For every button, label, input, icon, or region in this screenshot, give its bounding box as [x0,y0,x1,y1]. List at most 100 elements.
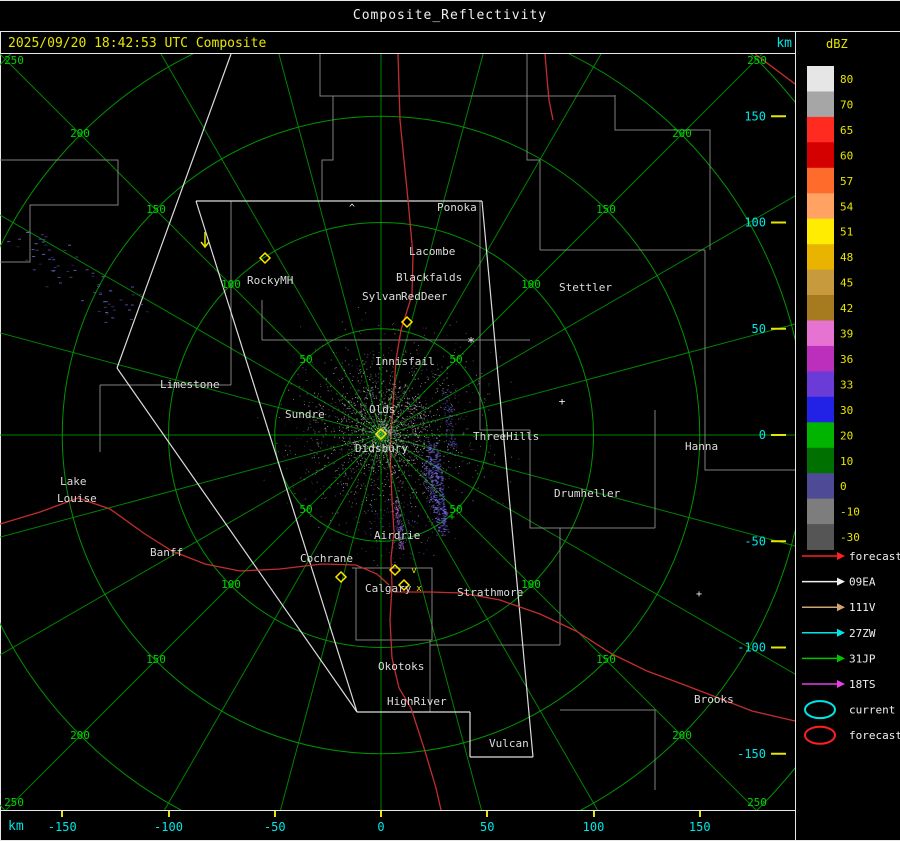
x-axis-label: -100 [154,820,183,834]
map-point-marker: v [411,566,416,576]
range-ring-label: 150 [596,653,616,666]
colorbar-level [807,142,834,169]
colorbar-level-label: 60 [840,149,853,162]
x-axis-unit-label: km [8,819,24,834]
colorbar-level-label: 30 [840,404,853,417]
colorbar-level [807,269,834,296]
legend-track-label: 111V [849,601,876,614]
timestamp-label: 2025/09/20 18:42:53 UTC Composite [8,36,267,51]
colorbar-level-label: 54 [840,200,854,213]
axis-tick [273,811,276,817]
colorbar-level [807,218,834,245]
legend-track-row: 111V [802,601,876,614]
x-axis-label: -50 [263,820,286,834]
x-axis-label: 50 [480,820,495,834]
map-point-marker: + [559,395,566,408]
colorbar-level-label: 10 [840,455,853,468]
city-label: Airdrie [374,529,420,542]
legend-track-row: current [804,700,895,720]
city-labels: Ponoka Lacombe Blackfalds Sylvan RedDeer Rock… [57,201,734,750]
range-ring-label: 50 [299,353,312,366]
city-label: ThreeHills [473,430,539,443]
city-label: Innisfail [375,355,435,368]
city-label: Blackfalds [396,271,462,284]
colorbar-level-label: 65 [840,124,853,137]
range-ring-label: 100 [221,578,241,591]
legend-track-label: 09EA [849,576,876,589]
map-point-marker: * [467,336,475,351]
city-label: Sundre [285,408,325,421]
city-label: Lake [60,475,87,488]
radar-sector-outline [116,54,534,758]
city-label: Stettler [559,281,612,294]
city-label: Louise [57,492,97,505]
city-label: Ponoka [437,201,477,214]
colorbar-level-label: 33 [840,378,853,391]
top-border [0,0,900,1]
axis-tick [167,811,170,817]
range-ring-label: 150 [596,203,616,216]
range-ring-label: 250 [4,54,24,67]
colorbar-level-label: -10 [840,506,860,519]
city-label: Brooks [694,693,734,706]
colorbar-level-label: 39 [840,328,853,341]
radar-map[interactable]: *+^++xvPonokaLacombeBlackfaldsSylvan RedD… [0,54,795,810]
radar-site-marker [334,570,348,584]
x-axis-label: 0 [377,820,385,834]
x-axis-label: -150 [47,820,77,834]
range-ring-label: 250 [747,54,767,67]
colorbar-level [807,193,834,220]
range-ring-label: 100 [221,278,241,291]
colorbar-level [807,167,834,194]
map-point-marker: ^ [349,203,355,214]
range-ring-label: 50 [449,353,462,366]
axis-tick [61,811,64,817]
axis-tick [380,811,382,817]
city-label: Hanna [685,440,718,453]
legend-track-label: forecast [849,550,900,563]
colorbar: 80 70 65 60 57 54 51 48 45 42 39 36 33 30 20 10 0 -10 -30 [807,66,860,550]
range-ring-label: 200 [672,127,692,140]
city-label: Vulcan [489,737,529,750]
colorbar-level [807,320,834,347]
colorbar-level [807,295,834,321]
legend-track-row: 27ZW [802,627,876,640]
legend-track-row: forecast [802,550,900,563]
colorbar-level-label: 45 [840,277,853,290]
city-label: Cochrane [300,552,353,565]
city-label: Didsbury [355,442,408,455]
y-axis-label: -100 [737,641,766,655]
colorbar-level-label: -30 [840,531,860,544]
legend-track-label: current [849,704,895,717]
city-label: Drumheller [554,487,621,500]
axis-tick [486,811,489,817]
colorbar-level-label: 48 [840,251,853,264]
city-label: HighRiver [387,695,447,708]
colorbar-level-label: 42 [840,302,853,315]
range-ring-label: 200 [672,729,692,742]
city-label: Banff [150,546,183,559]
city-label: Calgary [365,582,412,595]
colorbar-level [807,524,834,550]
colorbar-level [807,371,834,398]
legend-track-label: 27ZW [849,627,876,640]
legend-track-label: 18TS [849,678,876,691]
range-ring-label: 250 [4,796,24,809]
range-ring-label: 150 [146,653,166,666]
y-axis-label: -50 [744,534,766,548]
colorbar-level [807,116,834,143]
city-label: Lacombe [409,245,455,258]
range-ring-label: 150 [146,203,166,216]
range-ring-label: 200 [70,127,90,140]
colorbar-level-label: 0 [840,480,847,493]
legend-track-row: forecast [804,725,900,745]
map-point-marker: x [416,584,422,594]
city-label: RockyMH [247,274,293,287]
x-axis-label: 150 [688,820,711,834]
range-ring-label: 250 [747,796,767,809]
colorbar-level [807,422,834,449]
colorbar-title: dBZ [826,37,848,51]
axis-tick [698,811,701,817]
range-ring-label: 100 [521,578,541,591]
colorbar-level [807,345,834,372]
